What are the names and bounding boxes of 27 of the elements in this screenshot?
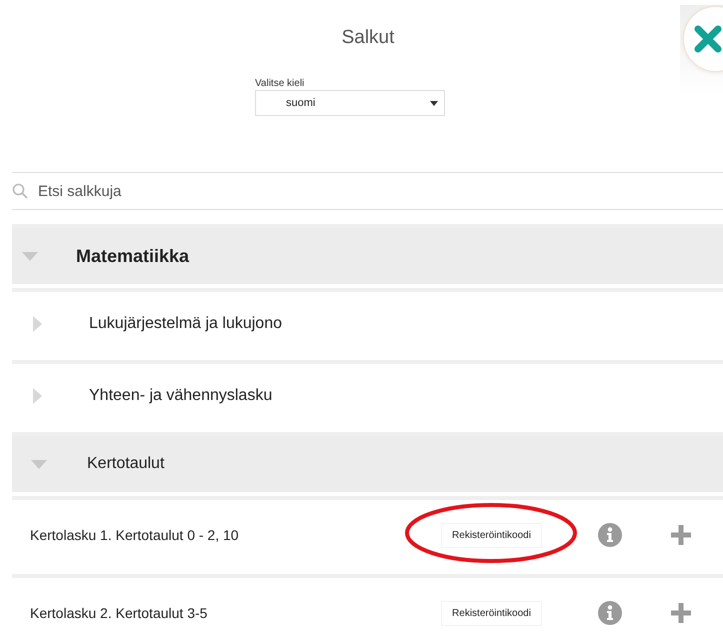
tree-row[interactable]: Matematiikka (12, 224, 723, 284)
language-select[interactable]: suomi (255, 90, 445, 116)
close-icon (694, 25, 722, 53)
expand-icon (33, 388, 42, 404)
registration-code-button[interactable]: Rekisteröintikoodi (441, 522, 542, 548)
add-icon[interactable] (670, 524, 692, 546)
collapse-icon (22, 252, 38, 260)
tree-label: Matematiikka (76, 246, 190, 266)
tree-row[interactable]: Kertotaulut (12, 432, 723, 492)
registration-code-button[interactable]: Rekisteröintikoodi (441, 600, 542, 626)
portfolio-name: Kertolasku 1. Kertotaulut 0 - 2, 10 (30, 527, 240, 543)
tree-label: Kertotaulut (87, 455, 164, 473)
tree-row[interactable]: Yhteen- ja vähennyslasku (12, 360, 723, 428)
info-icon[interactable] (598, 601, 622, 625)
search-field[interactable]: Etsi salkkuja (38, 182, 723, 200)
dropdown-caret-icon (430, 100, 438, 106)
info-icon[interactable] (598, 523, 622, 547)
tree-label: Yhteen- ja vähennyslasku (89, 387, 272, 405)
collapse-icon (31, 460, 47, 468)
language-label: Valitse kieli (255, 78, 306, 89)
tree-label: Lukujärjestelmä ja lukujono (89, 315, 282, 333)
tree-row[interactable]: Lukujärjestelmä ja lukujono (12, 288, 723, 356)
dialog-title: Salkut (342, 27, 394, 49)
portfolio-name: Kertolasku 2. Kertotaulut 3-5 (30, 605, 208, 621)
search-icon (12, 183, 28, 199)
add-icon[interactable] (670, 602, 692, 624)
expand-icon (33, 316, 42, 332)
